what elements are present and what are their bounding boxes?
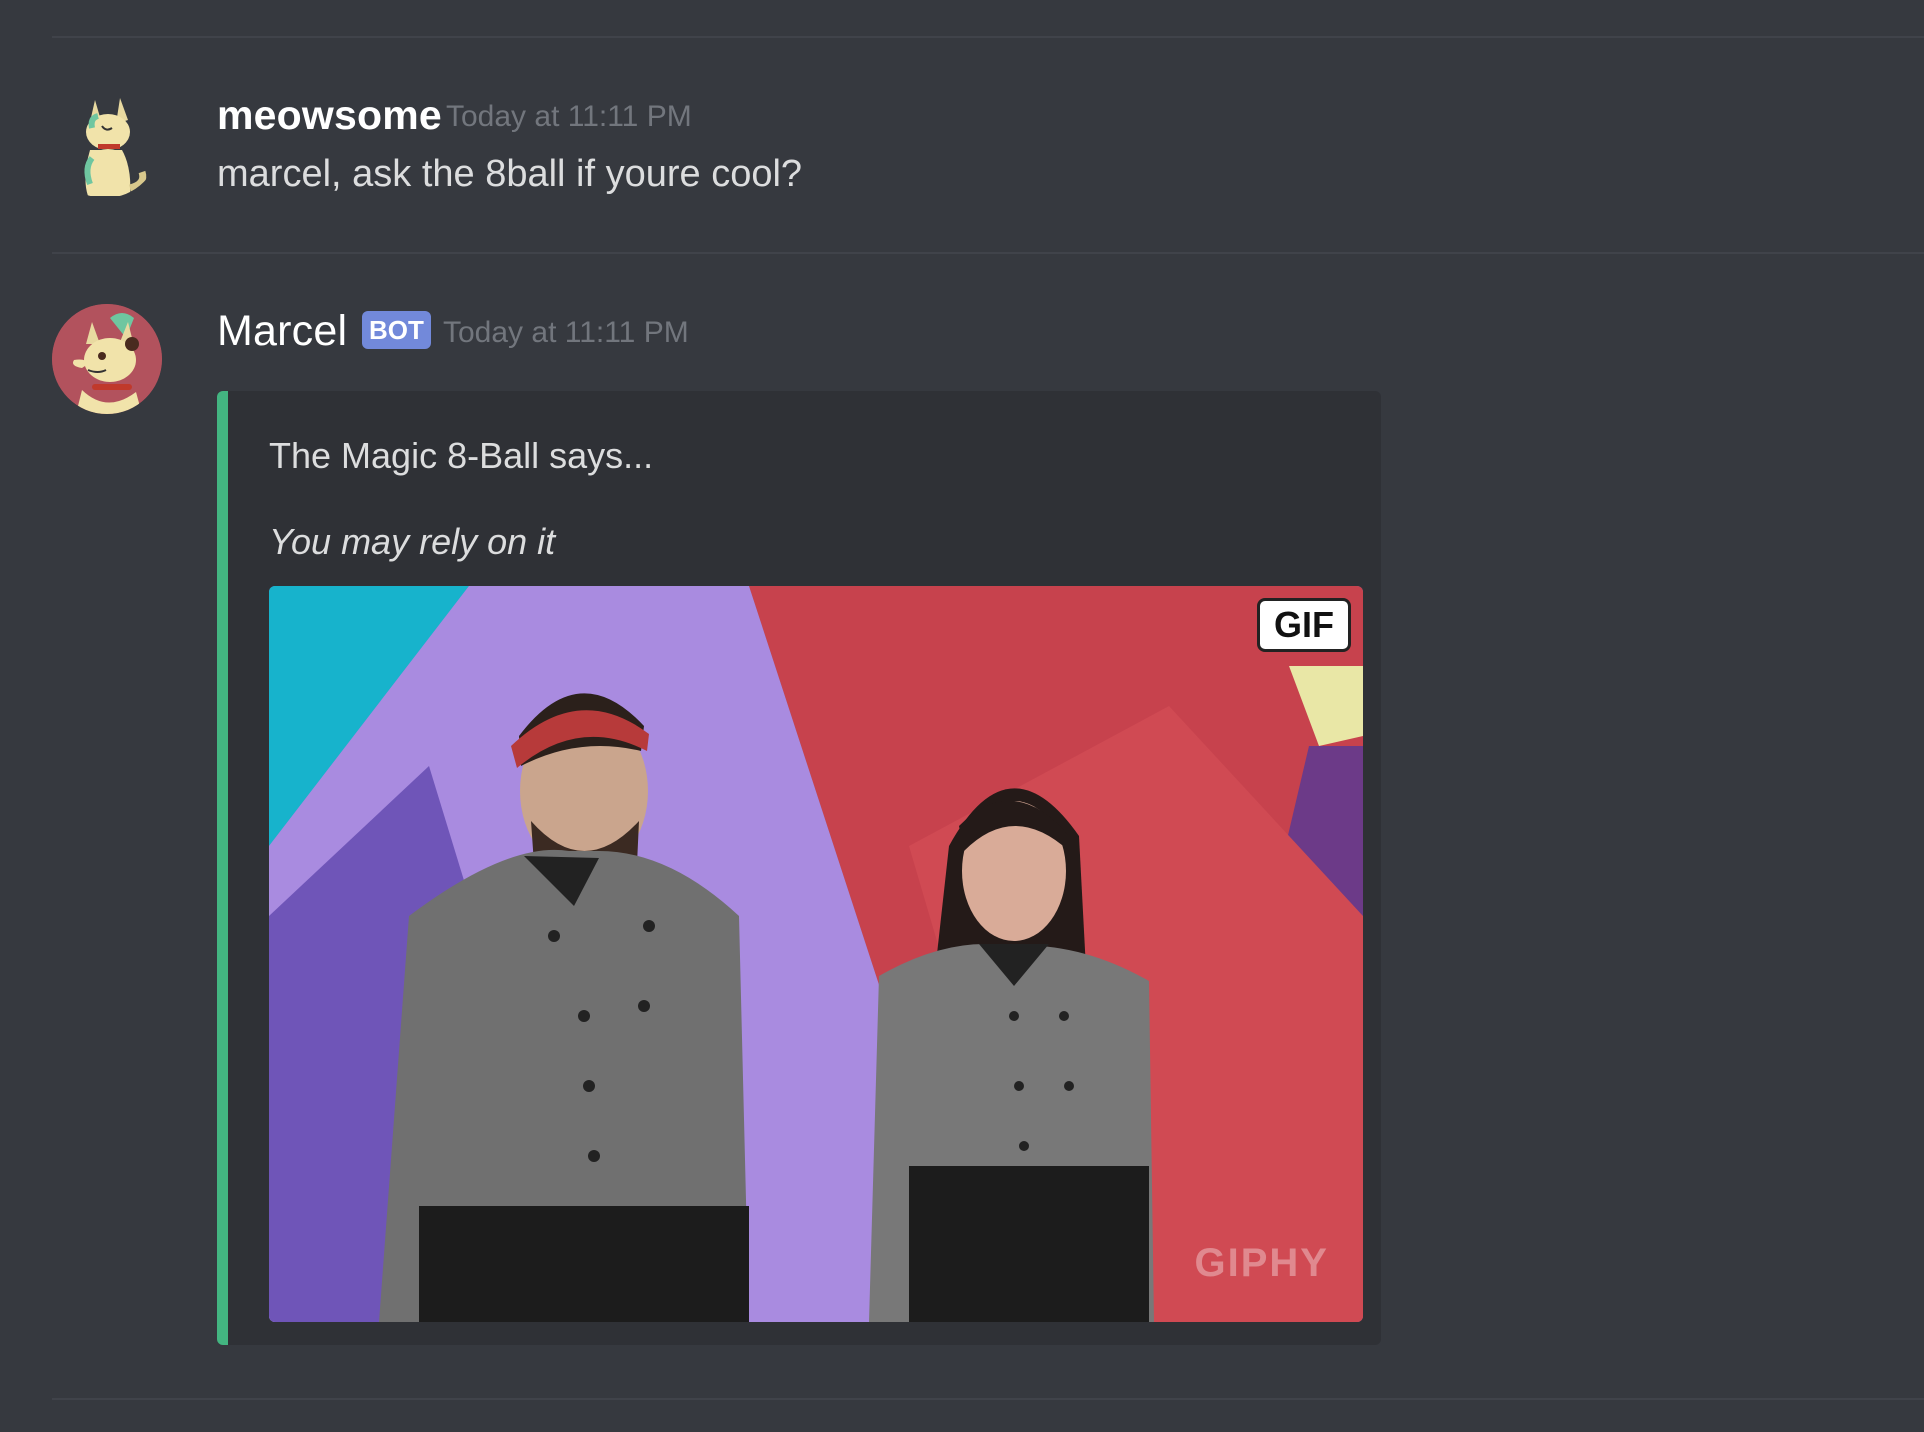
embed-title-line: The Magic 8-Ball says... [269,435,654,476]
embed-answer: You may rely on it [269,521,556,562]
fox-character-icon [52,304,162,414]
message-text: marcel, ask the 8ball if youre cool? [217,153,803,195]
cat-sitting-icon [84,98,147,196]
username-meowsome[interactable]: meowsome [217,92,442,139]
message-divider-bottom [52,1398,1924,1400]
username-marcel[interactable]: Marcel [217,307,347,356]
rich-embed: The Magic 8-Ball says... You may rely on… [217,391,1381,1345]
gif-badge: GIF [1257,598,1351,652]
embed-gif[interactable]: GIF GIPHY [269,586,1363,1322]
gif-image [269,586,1363,1322]
bot-tag: BOT [362,311,431,349]
message-timestamp: Today at 11:11 PM [443,316,689,349]
message-timestamp: Today at 11:11 PM [446,100,692,133]
avatar-marcel[interactable] [52,304,162,414]
avatar-meowsome[interactable] [50,88,160,198]
giphy-watermark: GIPHY [1194,1241,1329,1285]
message-divider-middle [52,252,1924,254]
message-divider-top [52,36,1924,38]
